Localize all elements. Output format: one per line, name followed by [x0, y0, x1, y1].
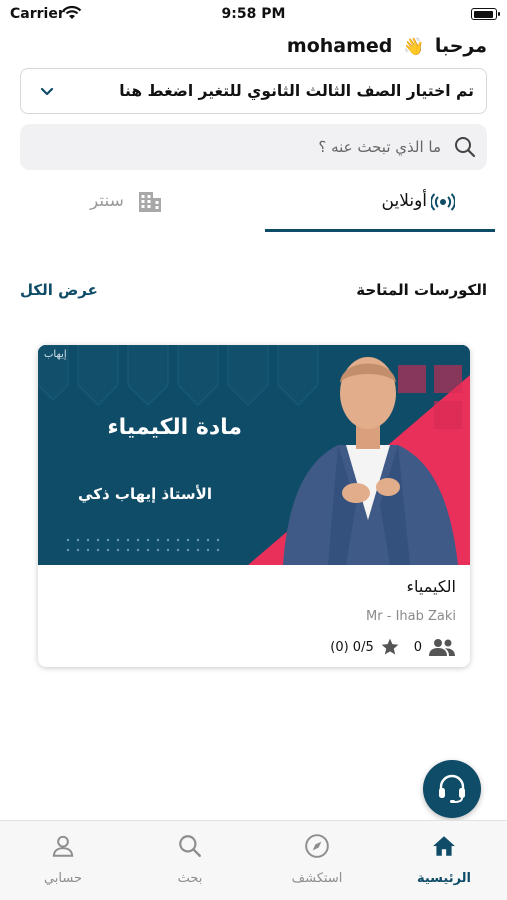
tab-center-label: سنتر [90, 191, 124, 211]
status-time: 9:58 PM [221, 6, 286, 22]
mode-tabs: أونلاين سنتر [20, 178, 495, 232]
nav-explore[interactable]: استكشف [254, 821, 380, 900]
grade-selector-label: تم اختيار الصف الثالث الثانوي للتغير اضغ… [119, 82, 474, 100]
see-all-link[interactable]: عرض الكل [20, 281, 98, 299]
search-icon [179, 835, 201, 857]
nav-account[interactable]: حسابي [0, 821, 126, 900]
nav-search-label: بحث [177, 871, 203, 886]
home-icon [433, 836, 455, 856]
star-icon [380, 637, 400, 657]
tab-online-label: أونلاين [381, 191, 427, 211]
course-stats: (0) 0/5 0 [330, 637, 456, 657]
building-icon [137, 190, 163, 218]
people-icon [428, 637, 456, 657]
search-input[interactable] [61, 124, 441, 170]
user-icon [52, 835, 74, 857]
nav-account-label: حسابي [43, 871, 83, 886]
course-name: الكيمياء [406, 577, 456, 596]
course-teacher: Mr - Ihab Zaki [366, 609, 456, 624]
user-name: mohamed [286, 35, 393, 57]
search-bar[interactable] [20, 124, 487, 170]
tab-online[interactable]: أونلاين [265, 178, 495, 232]
support-button[interactable] [423, 760, 481, 818]
nav-home[interactable]: الرئيسية [381, 821, 507, 900]
tab-center[interactable]: سنتر [20, 178, 250, 232]
nav-home-label: الرئيسية [416, 871, 472, 886]
broadcast-icon [430, 193, 456, 215]
course-banner: إيهاب مادة الكيمياء الأستاذ إيهاب ذكي [38, 345, 470, 565]
headset-icon [439, 774, 465, 803]
search-icon [453, 135, 477, 163]
chevron-down-icon [39, 83, 55, 103]
nav-search[interactable]: بحث [127, 821, 253, 900]
wave-icon: 👋 [403, 37, 425, 57]
course-card[interactable]: إيهاب مادة الكيمياء الأستاذ إيهاب ذكي ال… [38, 345, 470, 667]
nav-explore-label: استكشف [291, 871, 343, 886]
banner-title: مادة الكيمياء [107, 415, 242, 440]
greeting: مرحبا 👋 mohamed [287, 35, 487, 57]
banner-teacher: الأستاذ إيهاب ذكي [78, 485, 212, 503]
grade-selector[interactable]: تم اختيار الصف الثالث الثانوي للتغير اضغ… [20, 68, 487, 114]
compass-icon [305, 834, 329, 858]
battery-icon [471, 8, 500, 20]
bottom-nav: الرئيسية استكشف بحث حسابي [0, 820, 507, 900]
status-bar: Carrier 9:58 PM [0, 0, 507, 30]
greeting-text: مرحبا [434, 35, 487, 57]
students-count: 0 [413, 639, 422, 655]
rating-text: (0) 0/5 [330, 639, 374, 655]
brand-logo: إيهاب [44, 349, 67, 360]
section-title: الكورسات المتاحة [356, 281, 487, 299]
